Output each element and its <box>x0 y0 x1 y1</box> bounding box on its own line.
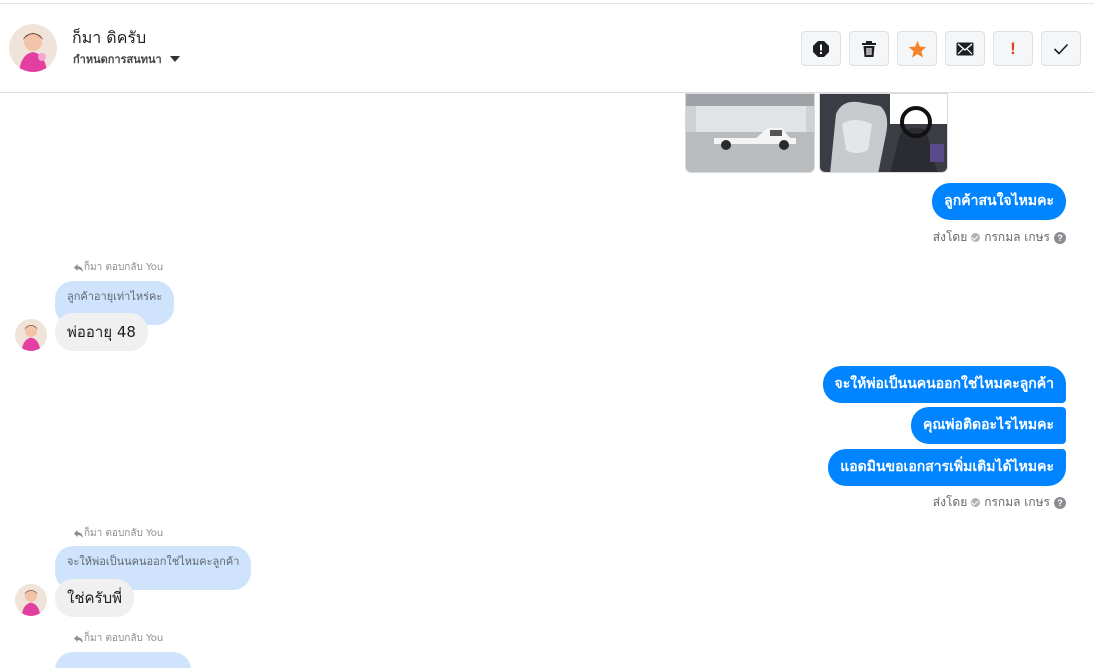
report-button[interactable] <box>801 31 841 66</box>
agent-name: กรกมล เกษร <box>984 495 1050 509</box>
quoted-message-partial[interactable] <box>55 652 191 668</box>
trash-icon <box>862 40 876 57</box>
message-thread[interactable]: ลูกค้าสนใจไหมคะ ส่งโดย กรกมล เกษร ? ก็มา… <box>0 93 1094 668</box>
incoming-message[interactable]: พ่ออายุ 48 <box>55 313 148 351</box>
reply-arrow-icon <box>74 634 83 643</box>
contact-name: ก็มา ดิครับ <box>72 28 147 47</box>
mark-important-button[interactable]: ! <box>993 31 1033 66</box>
verified-icon <box>971 233 981 242</box>
header-actions: ! <box>801 31 1081 66</box>
reply-arrow-icon <box>74 529 83 538</box>
outgoing-message[interactable]: ลูกค้าสนใจไหมคะ <box>932 183 1066 220</box>
important-icon: ! <box>1010 38 1016 58</box>
verified-icon <box>971 498 981 507</box>
help-icon[interactable]: ? <box>1054 496 1066 509</box>
mail-icon <box>956 42 974 55</box>
contact-avatar-small[interactable] <box>15 584 47 616</box>
photo-attachment-interior[interactable] <box>819 93 948 173</box>
assign-conversation-dropdown[interactable]: กำหนดการสนทนา <box>73 50 180 68</box>
reply-label: ก็มา ตอบกลับ You <box>74 526 163 541</box>
photo-attachment-car[interactable] <box>685 93 815 173</box>
reply-label: ก็มา ตอบกลับ You <box>74 260 163 275</box>
star-button[interactable] <box>897 31 937 66</box>
contact-avatar[interactable] <box>9 24 57 72</box>
delete-button[interactable] <box>849 31 889 66</box>
assign-label: กำหนดการสนทนา <box>73 53 162 66</box>
report-icon <box>813 40 829 57</box>
check-icon <box>1053 43 1069 55</box>
reply-label-text: ก็มา ตอบกลับ You <box>84 262 164 273</box>
reply-label-text: ก็มา ตอบกลับ You <box>84 633 164 644</box>
star-icon <box>908 40 926 58</box>
conversation-header: ก็มา ดิครับ กำหนดการสนทนา ! <box>0 4 1094 93</box>
reply-label-text: ก็มา ตอบกลับ You <box>84 528 164 539</box>
mark-unread-button[interactable] <box>945 31 985 66</box>
contact-avatar-small[interactable] <box>15 319 47 351</box>
caret-down-icon <box>169 56 180 62</box>
sent-by-label: ส่งโดย <box>932 230 968 244</box>
sent-by-label: ส่งโดย <box>932 495 968 509</box>
reply-label: ก็มา ตอบกลับ You <box>74 631 163 646</box>
help-icon[interactable]: ? <box>1054 231 1066 244</box>
mark-done-button[interactable] <box>1041 31 1081 66</box>
outgoing-message[interactable]: จะให้พ่อเป็นนคนออกใช่ไหมคะลูกค้า <box>822 366 1066 403</box>
reply-arrow-icon <box>74 263 83 272</box>
outgoing-message[interactable]: แอดมินขอเอกสารเพิ่มเติมได้ไหมคะ <box>828 449 1066 486</box>
sent-by-info: ส่งโดย กรกมล เกษร ? <box>933 228 1066 247</box>
agent-name: กรกมล เกษร <box>984 230 1050 244</box>
incoming-message[interactable]: ใช่ครับพี่ <box>55 579 135 617</box>
outgoing-message[interactable]: คุณพ่อติดอะไรไหมคะ <box>910 407 1066 444</box>
sent-by-info: ส่งโดย กรกมล เกษร ? <box>933 493 1066 512</box>
